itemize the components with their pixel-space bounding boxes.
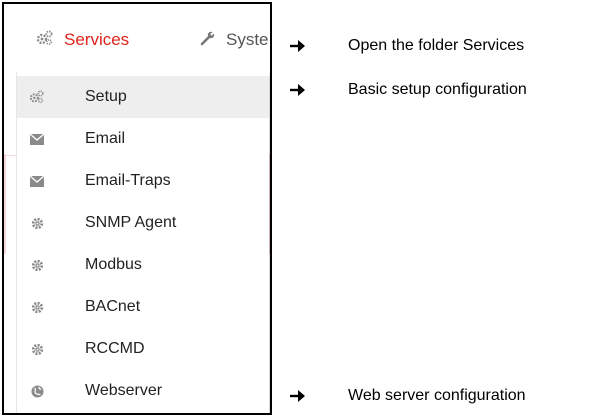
arrow-right-icon: [290, 390, 316, 402]
cogs-icon: [36, 30, 54, 51]
annotation-text: Open the folder Services: [348, 37, 525, 54]
menu-item-label: Webserver: [85, 382, 163, 399]
menu-item-rccmd[interactable]: RCCMD: [17, 328, 269, 370]
screenshot-frame: Services Syste Setup Email Email-Traps S…: [2, 2, 272, 415]
menu-item-label: Modbus: [85, 256, 142, 273]
annotation-setup: Basic setup configuration: [290, 80, 527, 100]
menu-item-label: Email-Traps: [85, 172, 171, 189]
annotation-services: Open the folder Services: [290, 36, 524, 56]
annotation-webserver: Web server configuration: [290, 386, 526, 406]
menu-item-setup[interactable]: Setup: [17, 76, 269, 118]
services-dropdown-menu: Setup Email Email-Traps SNMP Agent Modbu: [16, 72, 269, 413]
arrow-right-icon: [290, 40, 316, 52]
gear-icon: [29, 299, 45, 315]
wrench-icon: [200, 29, 216, 51]
gear-icon: [29, 257, 45, 273]
arrow-right-icon: [290, 84, 316, 96]
menu-item-label: BACnet: [85, 298, 141, 315]
nav-services-label: Services: [64, 30, 130, 49]
gear-icon: [29, 215, 45, 231]
nav-system-label: Syste: [226, 30, 269, 49]
nav-services[interactable]: Services: [36, 30, 129, 50]
menu-item-snmp-agent[interactable]: SNMP Agent: [17, 202, 269, 244]
menu-item-webserver[interactable]: Webserver: [17, 370, 269, 412]
menu-item-label: SNMP Agent: [85, 214, 177, 231]
menu-item-label: RCCMD: [85, 340, 145, 357]
gear-icon: [29, 341, 45, 357]
annotation-text: Web server configuration: [348, 387, 526, 404]
cogs-icon: [29, 89, 45, 105]
top-navigation: Services Syste: [4, 4, 270, 72]
menu-item-modbus[interactable]: Modbus: [17, 244, 269, 286]
annotation-text: Basic setup configuration: [348, 81, 527, 98]
envelope-icon: [29, 173, 45, 189]
menu-item-bacnet[interactable]: BACnet: [17, 286, 269, 328]
menu-item-email-traps[interactable]: Email-Traps: [17, 160, 269, 202]
background-panel-edge: [4, 154, 6, 254]
nav-system[interactable]: Syste: [200, 29, 269, 51]
globe-icon: [29, 383, 45, 399]
envelope-icon: [29, 131, 45, 147]
menu-item-label: Email: [85, 130, 126, 147]
menu-item-label: Setup: [85, 88, 127, 105]
menu-item-email[interactable]: Email: [17, 118, 269, 160]
